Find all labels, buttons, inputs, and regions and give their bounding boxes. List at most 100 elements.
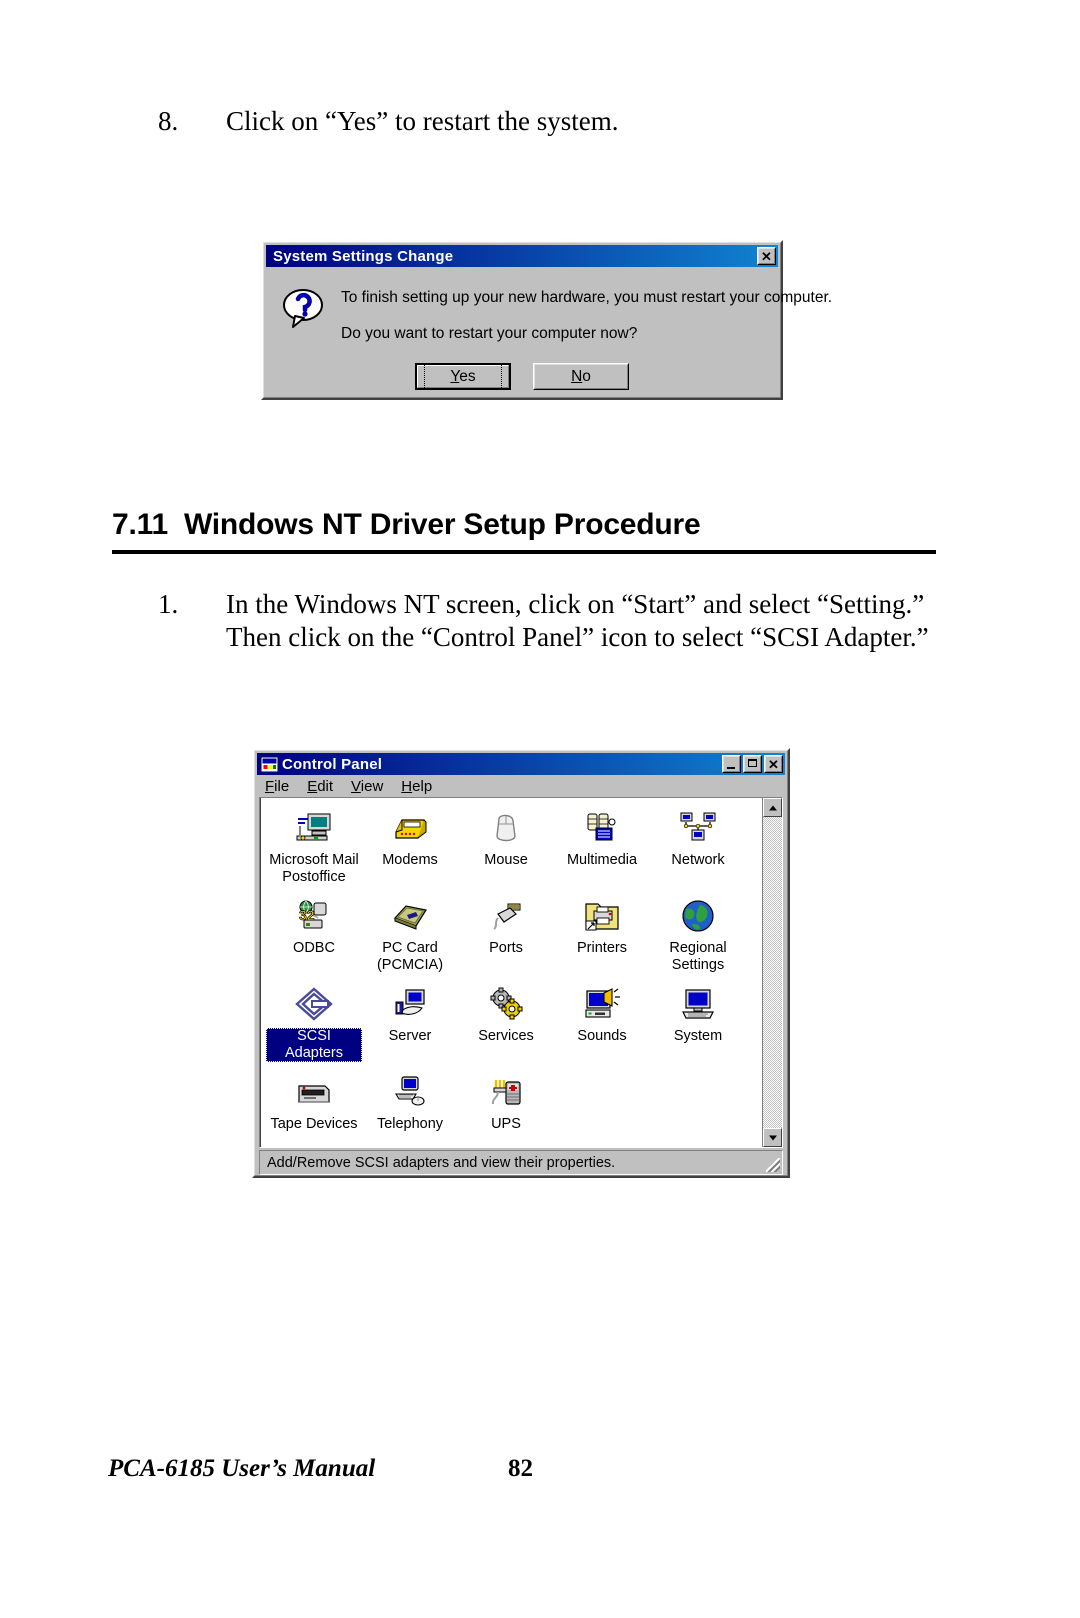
- cp-item-label: Microsoft Mail Postoffice: [269, 852, 359, 885]
- ports-icon: [484, 894, 528, 938]
- dialog-body: To finish setting up your new hardware, …: [266, 267, 832, 395]
- scroll-down-button[interactable]: [763, 1128, 782, 1147]
- section-divider: [112, 550, 936, 554]
- cp-item-label: Tape Devices: [270, 1116, 358, 1132]
- control-panel-title: Control Panel: [282, 755, 383, 773]
- odbc-icon: 32: [292, 894, 336, 938]
- dialog-titlebar[interactable]: System Settings Change ✕: [266, 245, 778, 267]
- system-settings-change-dialog[interactable]: System Settings Change ✕ To finish setti…: [261, 240, 832, 400]
- yes-button[interactable]: Yes: [415, 363, 511, 390]
- telephony-icon: [388, 1070, 432, 1114]
- scroll-up-button[interactable]: [763, 798, 782, 817]
- step-8-number: 8.: [158, 106, 179, 136]
- minimize-button[interactable]: [722, 755, 741, 773]
- menu-file[interactable]: File: [265, 778, 289, 795]
- mail-postoffice-icon: [292, 806, 336, 850]
- scsi-adapters-icon: [292, 982, 336, 1026]
- no-button[interactable]: No: [533, 363, 629, 390]
- pc-card-icon: [388, 894, 432, 938]
- cp-item-tape-devices[interactable]: Tape Devices: [266, 1068, 362, 1156]
- control-panel-icon-area: Microsoft Mail Postoffice Modems Mouse M…: [259, 797, 783, 1148]
- status-text: Add/Remove SCSI adapters and view their …: [267, 1154, 616, 1171]
- close-icon: ✕: [761, 248, 772, 264]
- dialog-message-line-1: To finish setting up your new hardware, …: [341, 289, 833, 306]
- resize-grip-icon[interactable]: [766, 1158, 780, 1172]
- cp-item-scsi-adapters[interactable]: SCSI Adapters: [266, 980, 362, 1068]
- cp-item-label: UPS: [491, 1116, 521, 1132]
- menu-edit[interactable]: Edit: [307, 778, 333, 795]
- scrollbar-track[interactable]: [763, 817, 782, 1128]
- close-button[interactable]: ✕: [764, 755, 783, 773]
- cp-item-sounds[interactable]: Sounds: [554, 980, 650, 1068]
- maximize-button[interactable]: [743, 755, 762, 773]
- cp-item-pc-card[interactable]: PC Card (PCMCIA): [362, 892, 458, 980]
- cp-item-mouse[interactable]: Mouse: [458, 804, 554, 892]
- globe-icon: [676, 894, 720, 938]
- menu-help[interactable]: Help: [401, 778, 432, 795]
- page-number: 82: [508, 1455, 533, 1482]
- cp-item-ups[interactable]: UPS: [458, 1068, 554, 1156]
- control-panel-titlebar[interactable]: Control Panel ✕: [257, 753, 785, 775]
- scroll-up-icon: [768, 805, 777, 810]
- gears-icon: [484, 982, 528, 1026]
- question-icon: [281, 285, 327, 331]
- step-1-line-1: In the Windows NT screen, click on “Star…: [226, 589, 925, 619]
- server-icon: [388, 982, 432, 1026]
- dialog-message-line-2: Do you want to restart your computer now…: [341, 325, 638, 342]
- cp-item-odbc[interactable]: 32 ODBC: [266, 892, 362, 980]
- cp-item-label: SCSI Adapters: [266, 1028, 362, 1062]
- page-title: 7.11 Windows NT Driver Setup Procedure: [112, 508, 936, 548]
- cp-item-label: Printers: [577, 940, 627, 956]
- manual-name: PCA-6185 User’s Manual: [108, 1455, 376, 1482]
- cp-item-microsoft-mail-postoffice[interactable]: Microsoft Mail Postoffice: [266, 804, 362, 892]
- cp-item-server[interactable]: Server: [362, 980, 458, 1068]
- close-button[interactable]: ✕: [757, 247, 776, 265]
- step-1-line-2: Then click on the “Control Panel” icon t…: [226, 622, 929, 652]
- vertical-scrollbar[interactable]: [762, 798, 782, 1147]
- dialog-button-row: Yes No: [266, 363, 778, 390]
- page-footer: PCA-6185 User’s Manual 82: [0, 1455, 1080, 1489]
- tape-drive-icon: [292, 1070, 336, 1114]
- cp-item-label: Regional Settings: [669, 940, 727, 973]
- menu-view[interactable]: View: [351, 778, 383, 795]
- control-panel-window[interactable]: Control Panel ✕ File Edit View Help Micr…: [252, 748, 790, 1178]
- step-8-text: Click on “Yes” to restart the system.: [226, 106, 619, 136]
- cp-item-printers[interactable]: Printers: [554, 892, 650, 980]
- cp-item-label: Sounds: [577, 1028, 627, 1044]
- section-number: 7.11: [112, 508, 168, 541]
- cp-item-label: Services: [478, 1028, 534, 1044]
- cp-item-regional-settings[interactable]: Regional Settings: [650, 892, 746, 980]
- scroll-down-icon: [768, 1135, 777, 1140]
- section-title: Windows NT Driver Setup Procedure: [183, 508, 701, 541]
- step-8: 8. Click on “Yes” to restart the system.: [158, 105, 938, 138]
- menu-bar: File Edit View Help: [257, 775, 785, 797]
- cp-item-multimedia[interactable]: Multimedia: [554, 804, 650, 892]
- mouse-icon: [484, 806, 528, 850]
- cp-item-label: Modems: [382, 852, 438, 868]
- modem-icon: [388, 806, 432, 850]
- minimize-icon: [727, 767, 735, 769]
- cp-item-services[interactable]: Services: [458, 980, 554, 1068]
- cp-item-label: Server: [388, 1028, 432, 1044]
- cp-item-telephony[interactable]: Telephony: [362, 1068, 458, 1156]
- dialog-title: System Settings Change: [273, 247, 454, 265]
- status-bar: Add/Remove SCSI adapters and view their …: [259, 1150, 783, 1175]
- cp-item-modems[interactable]: Modems: [362, 804, 458, 892]
- cp-item-label: Ports: [489, 940, 523, 956]
- cp-item-system[interactable]: System: [650, 980, 746, 1068]
- manual-page: 8. Click on “Yes” to restart the system.…: [0, 0, 1080, 1618]
- cp-item-label: Mouse: [484, 852, 528, 868]
- cp-item-network[interactable]: Network: [650, 804, 746, 892]
- cp-item-label: Multimedia: [566, 852, 638, 868]
- maximize-icon: [748, 759, 757, 767]
- cp-item-label: ODBC: [293, 940, 335, 956]
- cp-item-ports[interactable]: Ports: [458, 892, 554, 980]
- step-1-number: 1.: [158, 589, 179, 619]
- control-panel-icon: [260, 756, 279, 772]
- system-computer-icon: [676, 982, 720, 1026]
- cp-item-label: PC Card (PCMCIA): [376, 940, 444, 973]
- multimedia-icon: [580, 806, 624, 850]
- sounds-icon: [580, 982, 624, 1026]
- network-icon: [676, 806, 720, 850]
- step-1: 1. In the Windows NT screen, click on “S…: [158, 588, 948, 654]
